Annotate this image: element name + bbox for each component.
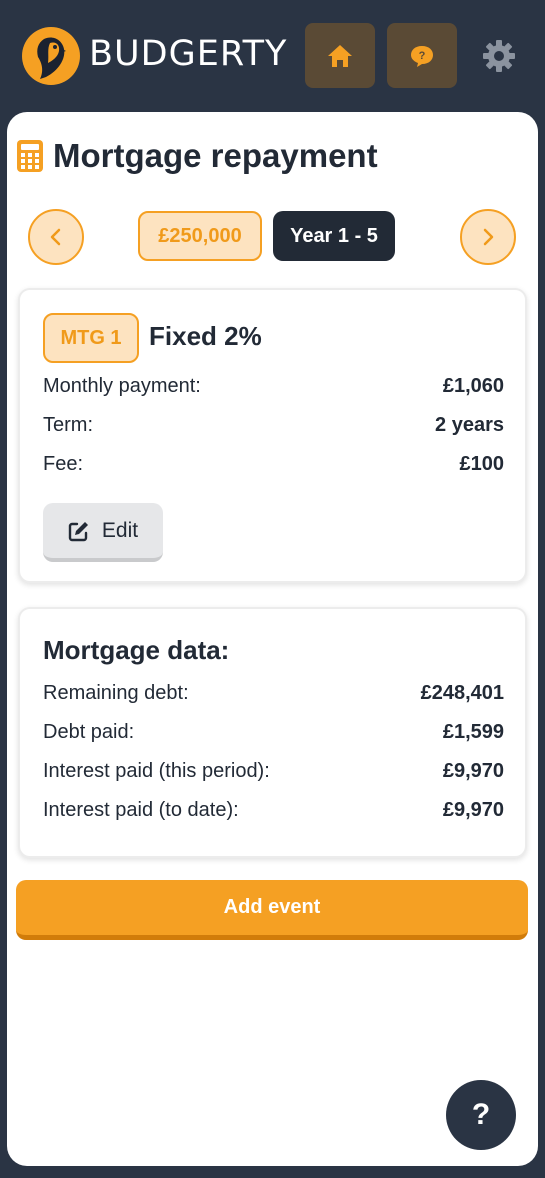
add-event-button[interactable]: Add event xyxy=(16,880,528,940)
chat-help-button[interactable]: ? xyxy=(387,23,457,88)
row-label: Interest paid (this period): xyxy=(43,759,270,782)
budgerigar-logo-icon xyxy=(22,27,80,85)
page-title: Mortgage repayment xyxy=(53,137,378,174)
next-period-button[interactable] xyxy=(460,209,516,265)
mortgage-data-title: Mortgage data: xyxy=(43,635,230,665)
row-value: £1,060 xyxy=(442,374,504,397)
svg-text:?: ? xyxy=(419,50,426,62)
home-icon xyxy=(328,44,352,67)
monthly-payment-row: Monthly payment: £1,060 xyxy=(43,372,504,400)
row-value: £100 xyxy=(459,452,505,475)
interest-period-row: Interest paid (this period): £9,970 xyxy=(43,757,504,785)
fee-row: Fee: £100 xyxy=(43,450,504,478)
home-button[interactable] xyxy=(305,23,375,88)
interest-to-date-row: Interest paid (to date): £9,970 xyxy=(43,796,504,824)
settings-button[interactable] xyxy=(481,38,517,74)
row-value: £9,970 xyxy=(442,798,504,821)
page-header: Mortgage repayment xyxy=(17,135,378,177)
row-value: £248,401 xyxy=(420,681,504,704)
chat-question-icon: ? xyxy=(411,45,433,67)
row-value: £1,599 xyxy=(442,720,504,743)
mortgage-card: MTG 1 Fixed 2% Monthly payment: £1,060 T… xyxy=(18,288,527,583)
gear-icon xyxy=(483,40,515,72)
previous-period-button[interactable] xyxy=(28,209,84,265)
row-label: Debt paid: xyxy=(43,720,135,743)
row-label: Fee: xyxy=(43,452,84,475)
chevron-left-icon xyxy=(50,228,61,246)
app-header: BUDGERTY ? xyxy=(0,0,545,112)
mortgage-badge: MTG 1 xyxy=(43,313,139,363)
row-label: Monthly payment: xyxy=(43,374,201,397)
chevron-right-icon xyxy=(483,228,494,246)
row-label: Interest paid (to date): xyxy=(43,798,239,821)
edit-label: Edit xyxy=(101,518,139,542)
row-value: 2 years xyxy=(435,413,504,436)
row-label: Term: xyxy=(43,413,93,436)
calculator-icon xyxy=(17,140,43,172)
term-row: Term: 2 years xyxy=(43,411,504,439)
mortgage-data-card: Mortgage data: Remaining debt: £248,401 … xyxy=(18,607,527,858)
edit-button[interactable]: Edit xyxy=(43,503,163,562)
debt-paid-row: Debt paid: £1,599 xyxy=(43,718,504,746)
loan-amount-selector[interactable]: £250,000 xyxy=(138,211,262,261)
edit-icon xyxy=(68,521,88,541)
main-panel: Mortgage repayment £250,000 Year 1 - 5 M… xyxy=(7,112,538,1166)
brand-name: BUDGERTY xyxy=(89,34,288,74)
row-label: Remaining debt: xyxy=(43,681,189,704)
help-button[interactable]: ? xyxy=(446,1080,516,1150)
year-range-selector[interactable]: Year 1 - 5 xyxy=(273,211,395,261)
row-value: £9,970 xyxy=(442,759,504,782)
remaining-debt-row: Remaining debt: £248,401 xyxy=(43,679,504,707)
period-navigation: £250,000 Year 1 - 5 xyxy=(7,209,538,265)
mortgage-name: Fixed 2% xyxy=(149,321,262,351)
